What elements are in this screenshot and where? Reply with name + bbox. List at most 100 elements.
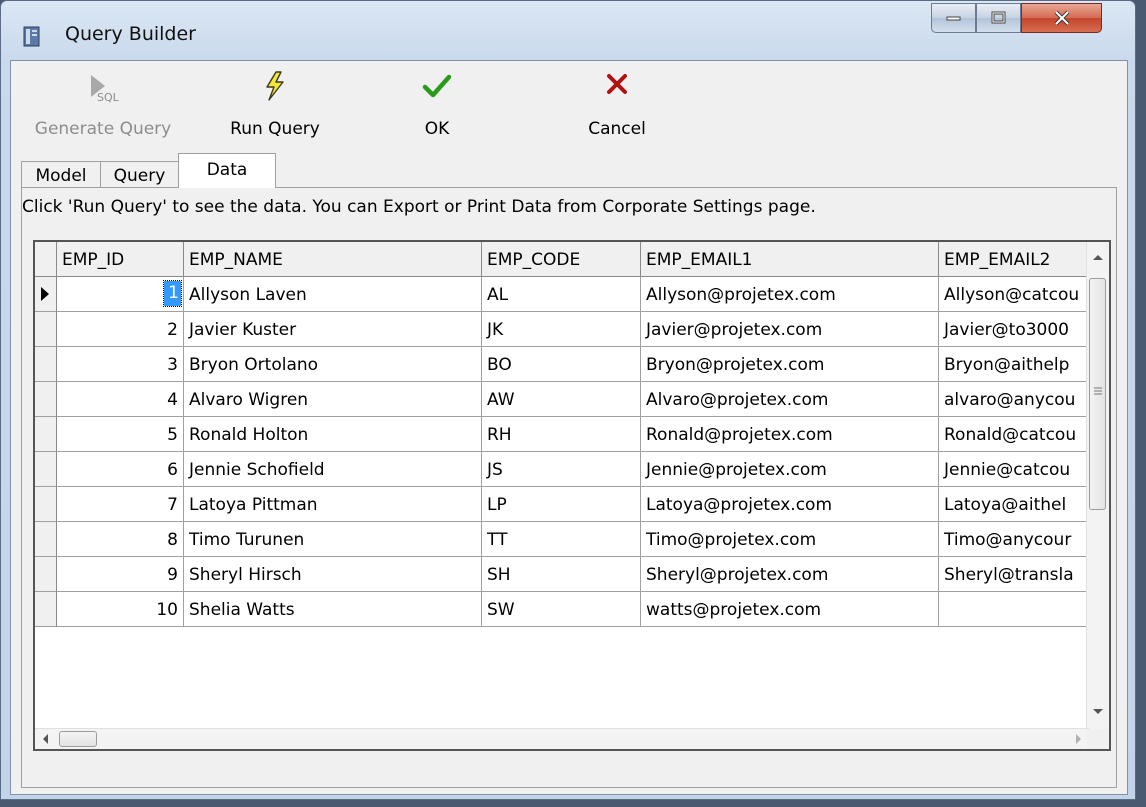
column-header-emp-email2[interactable]: EMP_EMAIL2 [939, 242, 1089, 277]
maximize-button[interactable] [976, 3, 1021, 33]
vertical-scroll-thumb[interactable] [1089, 278, 1106, 510]
app-icon [23, 26, 40, 47]
cell-emp-email2[interactable]: Latoya@aithel [939, 487, 1089, 522]
row-selector[interactable] [35, 382, 57, 417]
cell-emp-name[interactable]: Alvaro Wigren [184, 382, 482, 417]
row-selector[interactable] [35, 417, 57, 452]
cell-emp-email1[interactable]: Javier@projetex.com [641, 312, 939, 347]
vertical-scrollbar[interactable] [1086, 242, 1109, 730]
maximize-icon [991, 11, 1005, 24]
query-builder-window: Query Builder SQL Generate Query Run Que… [0, 0, 1136, 800]
row-selector[interactable] [35, 312, 57, 347]
scroll-corner [1087, 729, 1109, 749]
cell-emp-email2[interactable]: Sheryl@transla [939, 557, 1089, 592]
row-selector[interactable] [35, 592, 57, 627]
cell-emp-id[interactable]: 6 [57, 452, 184, 487]
cell-emp-name[interactable]: Sheryl Hirsch [184, 557, 482, 592]
row-selector[interactable] [35, 522, 57, 557]
horizontal-scroll-thumb[interactable] [59, 731, 97, 747]
cell-emp-name[interactable]: Bryon Ortolano [184, 347, 482, 382]
cell-emp-id[interactable]: 7 [57, 487, 184, 522]
selected-cell-value: 1 [163, 280, 182, 307]
cancel-button[interactable]: Cancel [572, 61, 662, 149]
column-header-emp-email1[interactable]: EMP_EMAIL1 [641, 242, 939, 277]
row-selector[interactable] [35, 557, 57, 592]
cell-emp-code[interactable]: TT [482, 522, 641, 557]
row-selector[interactable] [35, 277, 57, 312]
cell-emp-name[interactable]: Javier Kuster [184, 312, 482, 347]
cell-emp-id[interactable]: 3 [57, 347, 184, 382]
grid-corner-header [35, 242, 57, 277]
cell-emp-name[interactable]: Shelia Watts [184, 592, 482, 627]
run-query-button[interactable]: Run Query [215, 61, 335, 149]
cell-emp-email1[interactable]: Timo@projetex.com [641, 522, 939, 557]
cell-emp-code[interactable]: SW [482, 592, 641, 627]
generate-query-button[interactable]: SQL Generate Query [24, 61, 182, 149]
scroll-up-icon[interactable] [1093, 254, 1103, 261]
cell-emp-email2[interactable]: alvaro@anycou [939, 382, 1089, 417]
minimize-icon [946, 16, 960, 21]
cell-emp-email1[interactable]: Allyson@projetex.com [641, 277, 939, 312]
cell-emp-email1[interactable]: Jennie@projetex.com [641, 452, 939, 487]
close-icon [1054, 10, 1069, 26]
cell-emp-email1[interactable]: watts@projetex.com [641, 592, 939, 627]
title-bar[interactable]: Query Builder [1, 1, 1135, 61]
lightning-icon [266, 71, 284, 101]
scroll-right-icon[interactable] [1075, 734, 1082, 744]
run-query-label: Run Query [230, 119, 320, 139]
cell-emp-id[interactable]: 5 [57, 417, 184, 452]
cell-emp-email2[interactable]: Ronald@catcou [939, 417, 1089, 452]
cell-emp-code[interactable]: RH [482, 417, 641, 452]
cell-emp-code[interactable]: BO [482, 347, 641, 382]
cell-emp-email2[interactable]: Jennie@catcou [939, 452, 1089, 487]
cell-emp-email2[interactable]: Bryon@aithelp [939, 347, 1089, 382]
cell-emp-id[interactable]: 1 [57, 277, 184, 312]
x-cancel-icon [607, 74, 627, 94]
column-header-emp-id[interactable]: EMP_ID [57, 242, 184, 277]
cell-emp-name[interactable]: Ronald Holton [184, 417, 482, 452]
cell-emp-code[interactable]: JS [482, 452, 641, 487]
tab-data[interactable]: Data [178, 153, 276, 188]
cell-emp-email2[interactable] [939, 592, 1089, 627]
cell-emp-email1[interactable]: Latoya@projetex.com [641, 487, 939, 522]
cell-emp-email1[interactable]: Sheryl@projetex.com [641, 557, 939, 592]
row-selector[interactable] [35, 452, 57, 487]
cell-emp-email1[interactable]: Alvaro@projetex.com [641, 382, 939, 417]
cell-emp-email1[interactable]: Bryon@projetex.com [641, 347, 939, 382]
cell-emp-email2[interactable]: Javier@to3000 [939, 312, 1089, 347]
cell-emp-name[interactable]: Timo Turunen [184, 522, 482, 557]
cell-emp-code[interactable]: SH [482, 557, 641, 592]
cell-emp-name[interactable]: Jennie Schofield [184, 452, 482, 487]
cell-emp-id[interactable]: 4 [57, 382, 184, 417]
tab-model-label: Model [35, 166, 87, 186]
horizontal-scrollbar[interactable] [35, 728, 1089, 749]
row-selector[interactable] [35, 347, 57, 382]
cell-emp-email1[interactable]: Ronald@projetex.com [641, 417, 939, 452]
row-selector[interactable] [35, 487, 57, 522]
client-area: SQL Generate Query Run Query OK Cancel M… [10, 60, 1128, 795]
cell-emp-email2[interactable]: Timo@anycour [939, 522, 1089, 557]
cell-emp-email2[interactable]: Allyson@catcou [939, 277, 1089, 312]
tab-model[interactable]: Model [21, 161, 101, 187]
cell-emp-code[interactable]: AL [482, 277, 641, 312]
column-header-emp-name[interactable]: EMP_NAME [184, 242, 482, 277]
cell-emp-id[interactable]: 8 [57, 522, 184, 557]
data-grid[interactable]: EMP_ID EMP_NAME EMP_CODE EMP_EMAIL1 EMP_EMAI… [33, 240, 1111, 751]
column-header-emp-code[interactable]: EMP_CODE [482, 242, 641, 277]
close-button[interactable] [1021, 3, 1102, 33]
cell-emp-id[interactable]: 2 [57, 312, 184, 347]
minimize-button[interactable] [931, 3, 976, 33]
cell-emp-name[interactable]: Allyson Laven [184, 277, 482, 312]
cell-emp-id[interactable]: 10 [57, 592, 184, 627]
ok-button[interactable]: OK [407, 61, 467, 149]
cell-emp-name[interactable]: Latoya Pittman [184, 487, 482, 522]
generate-query-label: Generate Query [34, 119, 172, 139]
cell-emp-id[interactable]: 9 [57, 557, 184, 592]
scroll-down-icon[interactable] [1093, 708, 1103, 715]
tab-query[interactable]: Query [100, 161, 179, 187]
cell-emp-code[interactable]: LP [482, 487, 641, 522]
scroll-left-icon[interactable] [42, 734, 49, 744]
cell-emp-code[interactable]: AW [482, 382, 641, 417]
cell-emp-code[interactable]: JK [482, 312, 641, 347]
grip-icon [1094, 387, 1102, 395]
